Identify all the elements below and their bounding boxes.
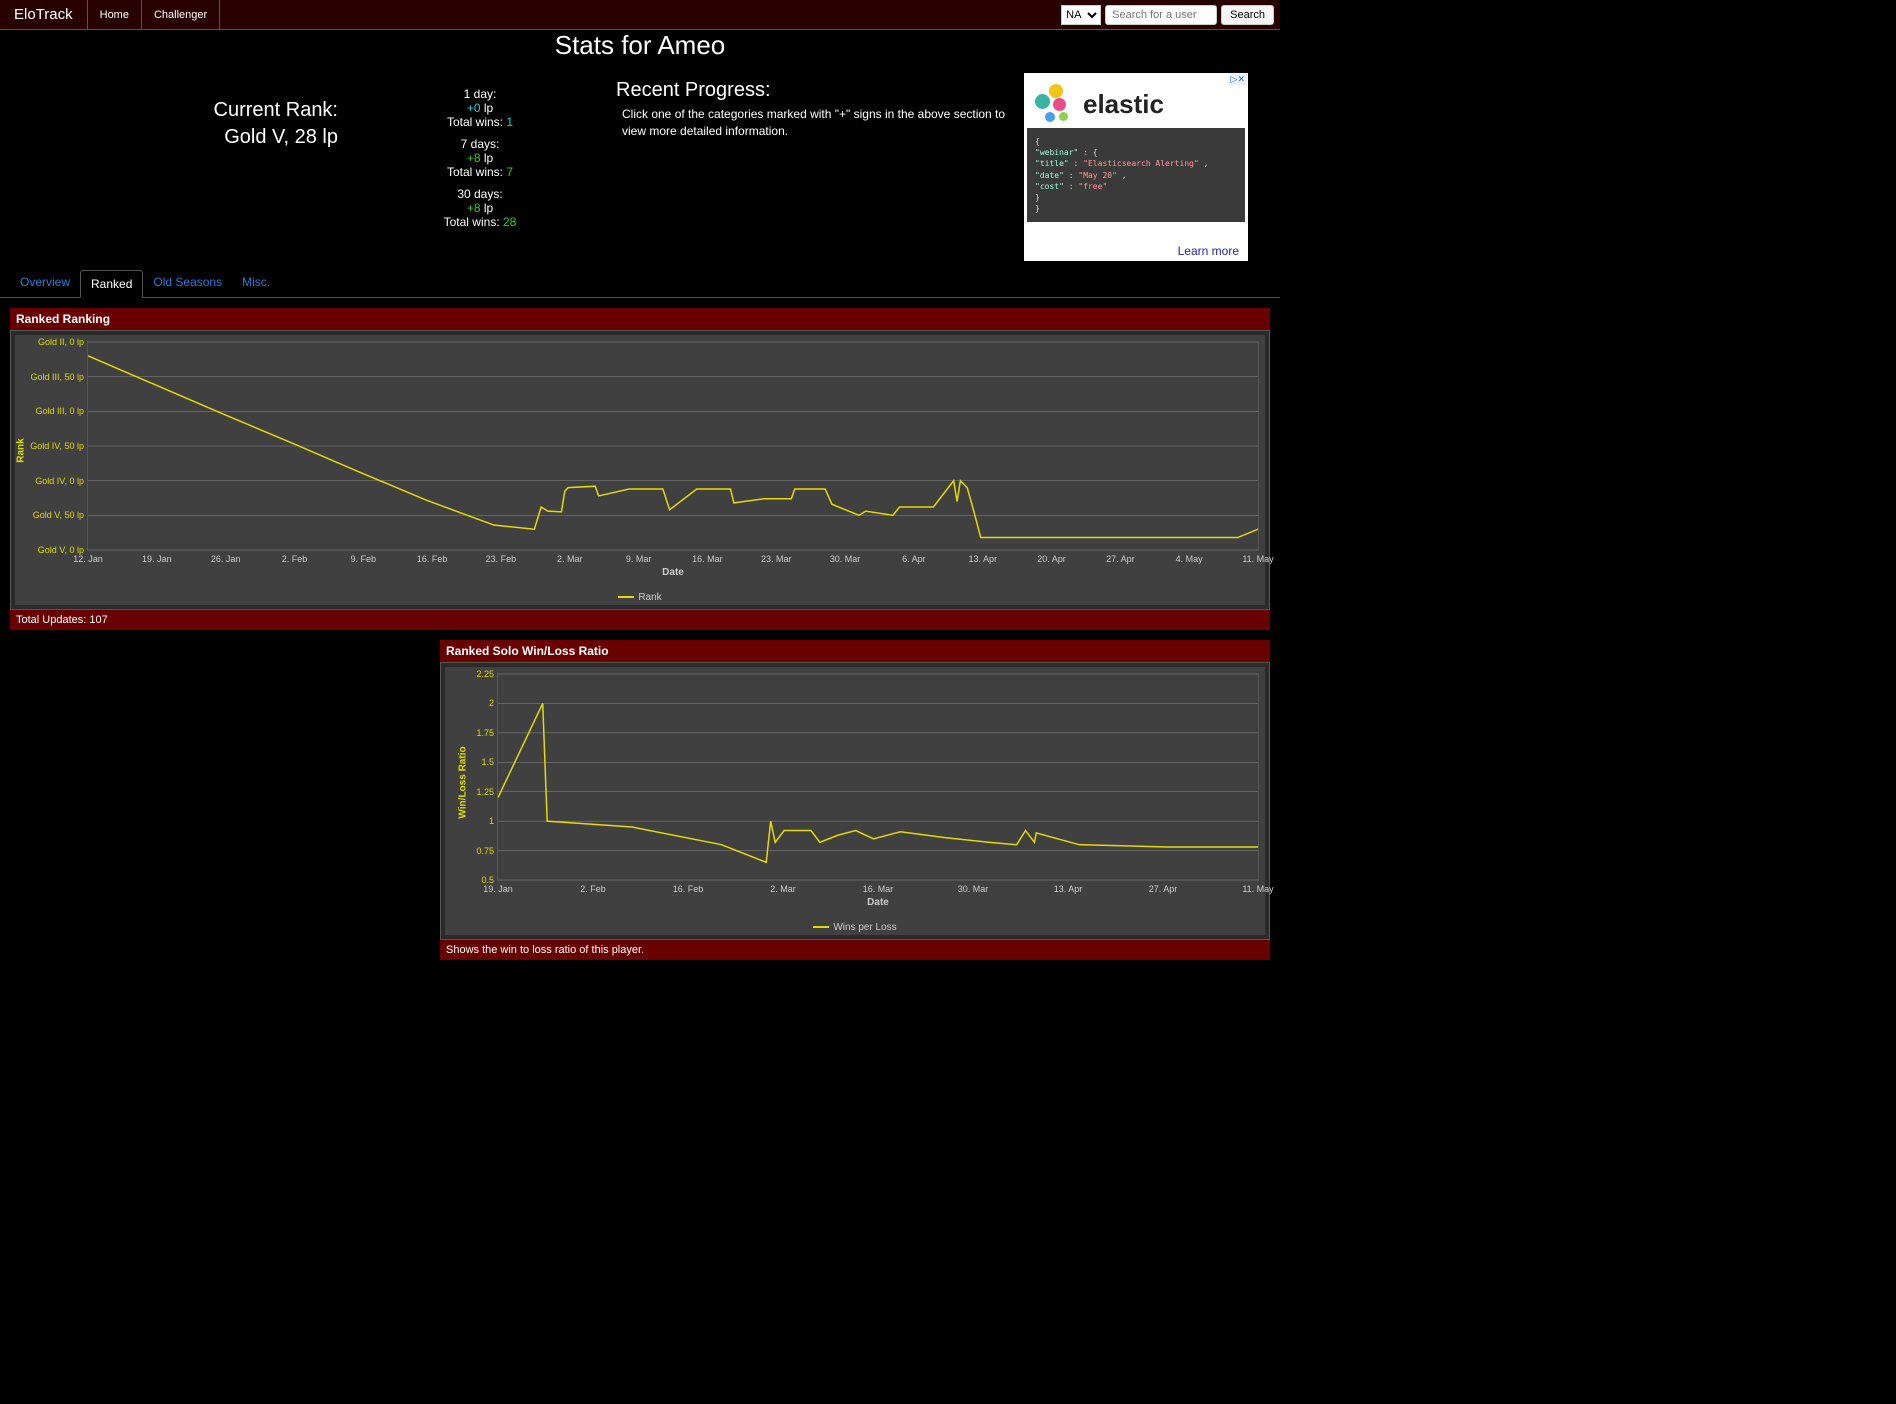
page-title: Stats for Ameo xyxy=(10,30,1270,61)
ad-cta[interactable]: Learn more xyxy=(1025,242,1247,260)
chart2-legend: Wins per Loss xyxy=(833,922,896,933)
chart-ranked-ranking: Rank Gold V, 0 lpGold V, 50 lpGold IV, 0… xyxy=(15,335,1265,605)
chart2-ylabel: Win/Loss Ratio xyxy=(458,746,469,818)
tab-old-seasons[interactable]: Old Seasons xyxy=(143,269,232,297)
panel-winloss-footer: Shows the win to loss ratio of this play… xyxy=(440,940,1270,960)
current-rank-label: Current Rank: xyxy=(32,99,338,122)
search-input[interactable] xyxy=(1105,5,1217,25)
region-select[interactable]: NA xyxy=(1061,5,1101,25)
ad-title: elastic xyxy=(1083,89,1164,120)
panel-ranked-ranking-footer: Total Updates: 107 xyxy=(10,610,1270,630)
chart1-ylabel: Rank xyxy=(16,438,27,462)
chart1-legend: Rank xyxy=(638,592,661,603)
adchoices-icon[interactable]: ▷✕ xyxy=(1229,74,1247,85)
nav-home[interactable]: Home xyxy=(88,0,142,29)
chart2-xlabel: Date xyxy=(497,897,1259,908)
panel-winloss: Ranked Solo Win/Loss Ratio Win/Loss Rati… xyxy=(440,640,1270,960)
ad-logo-icon xyxy=(1035,84,1075,124)
ad-banner[interactable]: ▷✕ elastic { "webinar" : { "title" : "El… xyxy=(1024,73,1248,261)
panel-winloss-title: Ranked Solo Win/Loss Ratio xyxy=(440,640,1270,662)
recent-progress-title: Recent Progress: xyxy=(616,79,1012,102)
brand[interactable]: EloTrack xyxy=(0,0,88,29)
tabs: Overview Ranked Old Seasons Misc. xyxy=(0,269,1280,298)
tab-overview[interactable]: Overview xyxy=(10,269,80,297)
progress-1day: 1 day: +0 lp Total wins: 1 xyxy=(362,87,598,129)
search-button[interactable]: Search xyxy=(1221,5,1274,25)
chart-winloss: Win/Loss Ratio 0.50.7511.251.51.7522.251… xyxy=(445,667,1265,935)
navbar: EloTrack Home Challenger NA Search xyxy=(0,0,1280,30)
chart1-xlabel: Date xyxy=(87,567,1259,578)
progress-7day: 7 days: +8 lp Total wins: 7 xyxy=(362,137,598,179)
current-rank-value: Gold V, 28 lp xyxy=(32,126,338,149)
progress-30day: 30 days: +8 lp Total wins: 28 xyxy=(362,187,598,229)
recent-progress-desc: Click one of the categories marked with … xyxy=(622,106,1012,140)
nav-challenger[interactable]: Challenger xyxy=(142,0,220,29)
tab-ranked[interactable]: Ranked xyxy=(80,270,143,298)
panel-ranked-ranking: Ranked Ranking Rank Gold V, 0 lpGold V, … xyxy=(10,308,1270,630)
panel-ranked-ranking-title: Ranked Ranking xyxy=(10,308,1270,330)
tab-misc[interactable]: Misc. xyxy=(232,269,280,297)
ad-code: { "webinar" : { "title" : "Elasticsearch… xyxy=(1027,128,1245,222)
